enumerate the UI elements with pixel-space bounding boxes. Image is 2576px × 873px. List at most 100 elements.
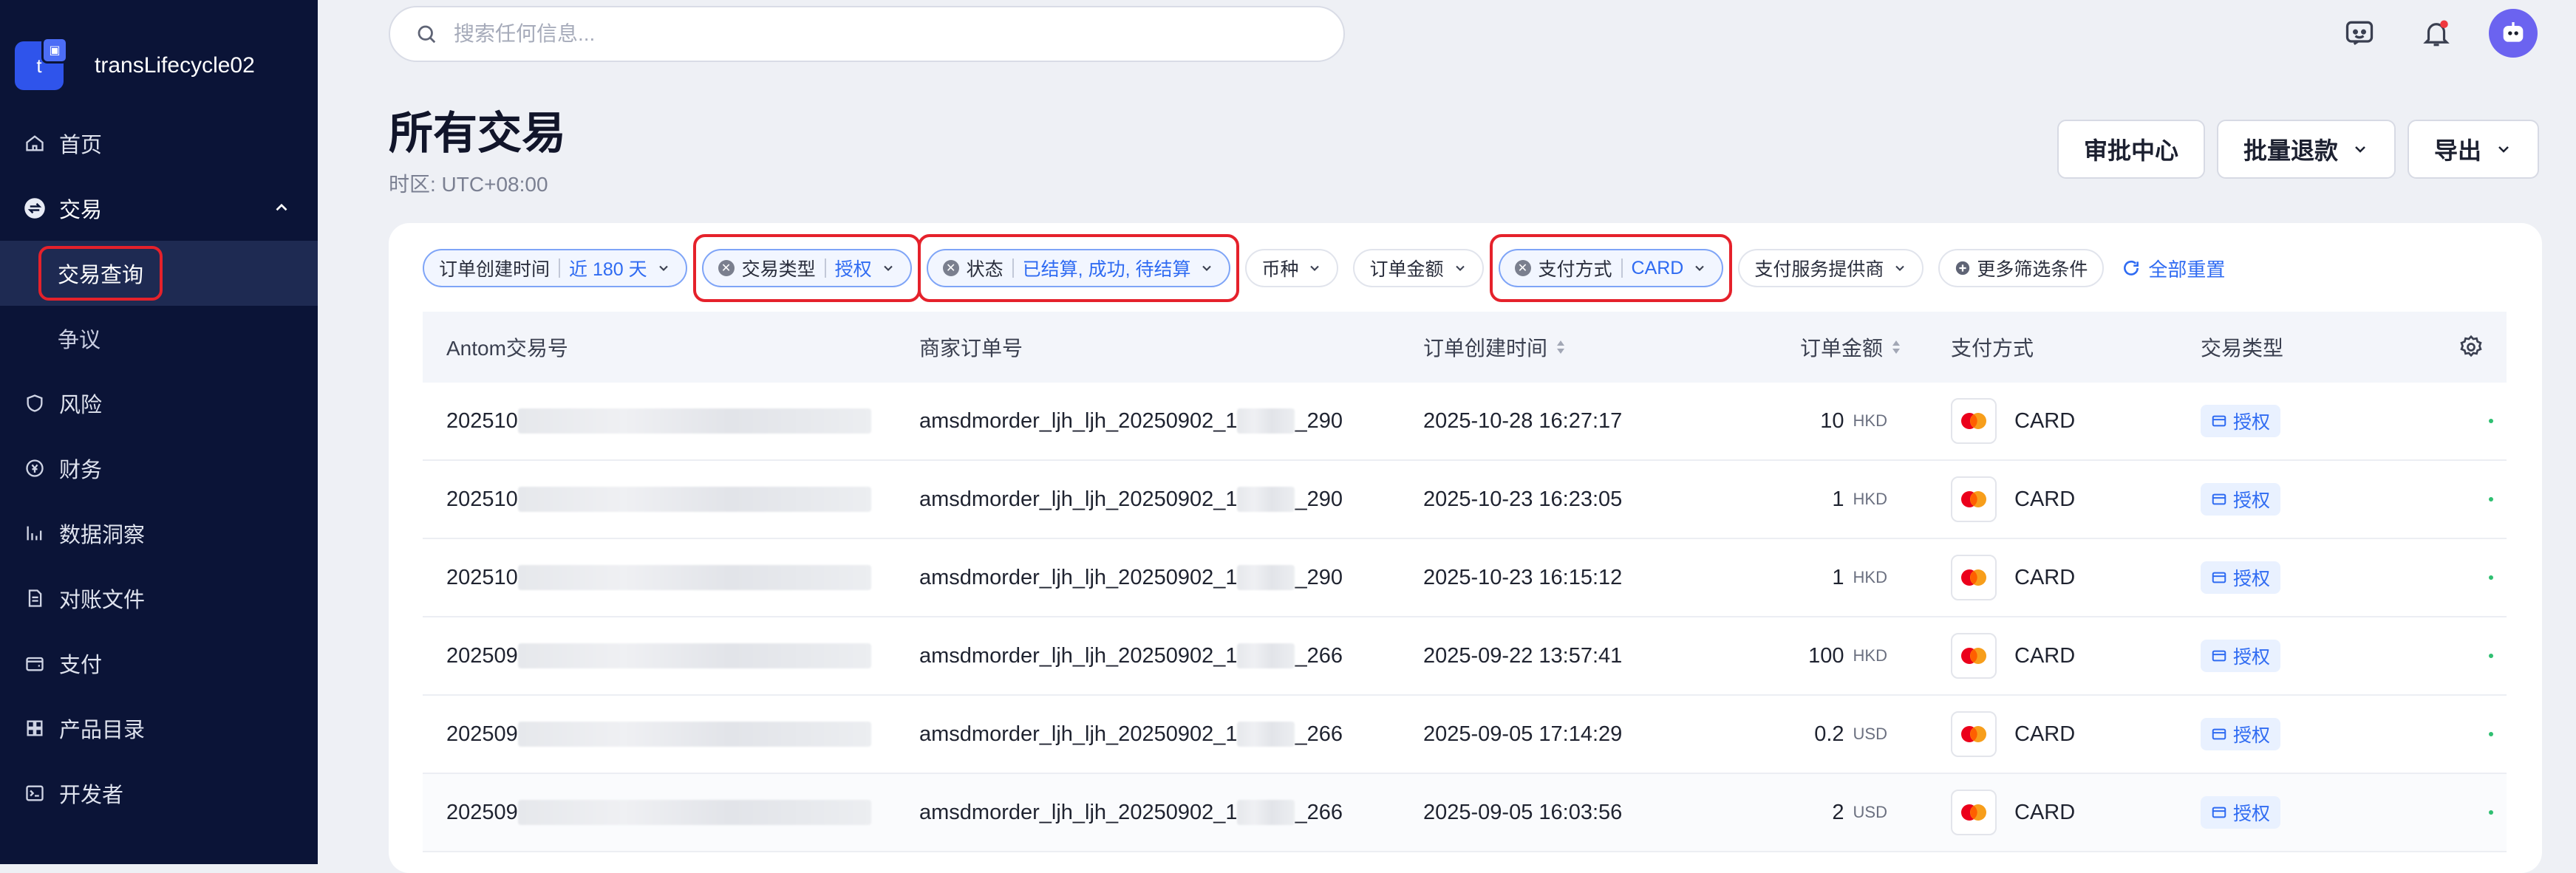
bulk-refund-button[interactable]: 批量退款 <box>2216 120 2396 179</box>
cell-tx-type: 授权 <box>2201 774 2281 851</box>
user-avatar-button[interactable] <box>2487 7 2539 59</box>
sidebar-item-reconciliation[interactable]: 对账文件 <box>0 566 318 631</box>
sidebar-item-payments[interactable]: 支付 <box>0 631 318 696</box>
chevron-down-icon <box>1455 265 1465 271</box>
sidebar-item-developers[interactable]: 开发者 <box>0 761 318 826</box>
merchant-switcher[interactable]: t ▣ transLifecycle02 <box>15 37 255 90</box>
amount-value: 1 <box>1832 565 1844 589</box>
column-header-tx-id: Antom交易号 <box>446 312 568 383</box>
currency-code: HKD <box>1853 411 1887 430</box>
filter-payment-provider[interactable]: 支付服务提供商 <box>1738 249 1924 287</box>
sidebar-item-home[interactable]: 首页 <box>0 111 318 176</box>
timezone-label: 时区: UTC+08:00 <box>389 173 548 196</box>
card-brand-logo <box>1951 555 1997 600</box>
column-header-tx-type: 交易类型 <box>2201 312 2283 383</box>
approval-center-button[interactable]: 审批中心 <box>2057 120 2205 179</box>
approval-center-label: 审批中心 <box>2083 137 2178 164</box>
transactions-table: Antom交易号 商家订单号 订单创建时间 订单金额 支付方式 交易类型 202… <box>423 312 2507 852</box>
order-prefix: amsdmorder_ljh_ljh_20250902_1 <box>919 800 1238 824</box>
chevron-down-icon <box>1310 265 1320 271</box>
column-header-merchant-order: 商家订单号 <box>919 312 1023 383</box>
cell-tx-id[interactable]: 202510 <box>446 539 871 616</box>
cell-payment-method: CARD <box>1951 774 2075 851</box>
cell-created-time: 2025-09-22 13:57:41 <box>1423 643 1623 668</box>
sort-icon[interactable] <box>1890 338 1902 356</box>
table-row[interactable]: 202510 amsdmorder_ljh_ljh_20250902_1 _29… <box>423 539 2507 617</box>
card-type-icon <box>2212 415 2226 427</box>
sidebar-nav: 首页 交易 交易查询 争议 风险 财务 数据洞察 对账文件 支付 产品目录 开发… <box>0 111 318 826</box>
filter-order-amount[interactable]: 订单金额 <box>1353 249 1484 287</box>
payment-method-label: CARD <box>2014 643 2076 668</box>
filter-payment-method[interactable]: ✕ 支付方式 CARD <box>1489 234 1733 302</box>
sidebar-item-transaction-query[interactable]: 交易查询 <box>0 241 318 306</box>
tx-id-prefix: 202510 <box>446 565 518 589</box>
cell-merchant-order: amsdmorder_ljh_ljh_20250902_1 _290 <box>919 383 1343 459</box>
tx-type-badge: 授权 <box>2201 640 2281 672</box>
cell-tx-id[interactable]: 202510 <box>446 383 871 459</box>
chat-support-icon <box>2345 21 2374 46</box>
sidebar-item-finance[interactable]: 财务 <box>0 436 318 501</box>
tx-type-label: 授权 <box>2233 412 2271 433</box>
order-prefix: amsdmorder_ljh_ljh_20250902_1 <box>919 722 1238 746</box>
sidebar-item-label: 风险 <box>59 394 103 417</box>
export-button[interactable]: 导出 <box>2407 120 2539 179</box>
order-suffix: _266 <box>1295 722 1343 746</box>
card-brand-logo <box>1951 711 1997 757</box>
sidebar-item-insights[interactable]: 数据洞察 <box>0 501 318 566</box>
currency-code: HKD <box>1853 490 1887 508</box>
cell-tx-id[interactable]: 202509 <box>446 774 871 851</box>
column-header-label: 支付方式 <box>1951 337 2034 360</box>
filter-value: 近 180 天 <box>569 259 647 280</box>
filter-created-time[interactable]: 订单创建时间 近 180 天 <box>423 249 687 287</box>
order-prefix: amsdmorder_ljh_ljh_20250902_1 <box>919 487 1238 511</box>
currency-code: USD <box>1853 725 1887 743</box>
sidebar-item-catalog[interactable]: 产品目录 <box>0 696 318 761</box>
cell-tx-id[interactable]: 202509 <box>446 617 871 694</box>
filter-status[interactable]: ✕ 状态 已结算, 成功, 待结算 <box>917 234 1240 302</box>
sort-icon[interactable] <box>1555 338 1567 356</box>
column-header-label: 交易类型 <box>2201 337 2284 360</box>
sidebar-item-label: 交易查询 <box>38 246 163 301</box>
filter-label: 支付服务提供商 <box>1754 259 1884 280</box>
notifications-button[interactable] <box>2410 7 2462 59</box>
sidebar-item-risk[interactable]: 风险 <box>0 371 318 436</box>
transaction-icon <box>24 197 46 219</box>
table-row[interactable]: 202510 amsdmorder_ljh_ljh_20250902_1 _29… <box>423 461 2507 539</box>
search-input[interactable] <box>452 21 1268 47</box>
highlight-box <box>1489 234 1733 302</box>
table-row[interactable]: 202509 amsdmorder_ljh_ljh_20250902_1 _26… <box>423 696 2507 774</box>
filter-transaction-type[interactable]: ✕ 交易类型 授权 <box>692 234 921 302</box>
search-icon <box>418 25 436 44</box>
sidebar-item-label: 交易 <box>59 199 103 222</box>
more-filters-button[interactable]: 更多筛选条件 <box>1938 249 2105 287</box>
table-row[interactable]: 202509 amsdmorder_ljh_ljh_20250902_1 _26… <box>423 617 2507 696</box>
filter-currency[interactable]: 币种 <box>1245 249 1339 287</box>
chart-icon <box>24 522 46 544</box>
column-settings-button[interactable] <box>2458 312 2484 383</box>
column-header-amount[interactable]: 订单金额 <box>1800 312 1902 383</box>
cell-payment-method: CARD <box>1951 461 2075 538</box>
filter-label: 订单创建时间 <box>439 259 551 280</box>
card-brand-logo <box>1951 790 1997 835</box>
chevron-down-icon <box>1895 265 1905 271</box>
status-dot <box>2489 810 2493 815</box>
sidebar-item-disputes[interactable]: 争议 <box>0 306 318 371</box>
column-header-label: Antom交易号 <box>446 337 568 360</box>
support-button[interactable] <box>2334 7 2385 59</box>
mastercard-icon <box>1961 804 1986 821</box>
file-icon <box>24 587 46 609</box>
sidebar-item-transactions[interactable]: 交易 <box>0 176 318 241</box>
reset-all-button[interactable]: 全部重置 <box>2122 255 2225 282</box>
redacted-block <box>517 800 871 825</box>
cell-tx-id[interactable]: 202510 <box>446 461 871 538</box>
cell-tx-id[interactable]: 202509 <box>446 696 871 773</box>
table-row[interactable]: 202510 amsdmorder_ljh_ljh_20250902_1 _29… <box>423 383 2507 461</box>
finance-icon <box>24 457 46 479</box>
cell-payment-method: CARD <box>1951 383 2075 459</box>
page-actions: 审批中心 批量退款 导出 <box>2045 120 2539 179</box>
sidebar: t ▣ transLifecycle02 首页 交易 交易查询 争议 风险 财务… <box>0 0 318 864</box>
order-prefix: amsdmorder_ljh_ljh_20250902_1 <box>919 408 1238 433</box>
column-header-created-time[interactable]: 订单创建时间 <box>1423 312 1567 383</box>
global-search[interactable] <box>389 6 1345 62</box>
table-row[interactable]: 202509 amsdmorder_ljh_ljh_20250902_1 _26… <box>423 774 2507 852</box>
